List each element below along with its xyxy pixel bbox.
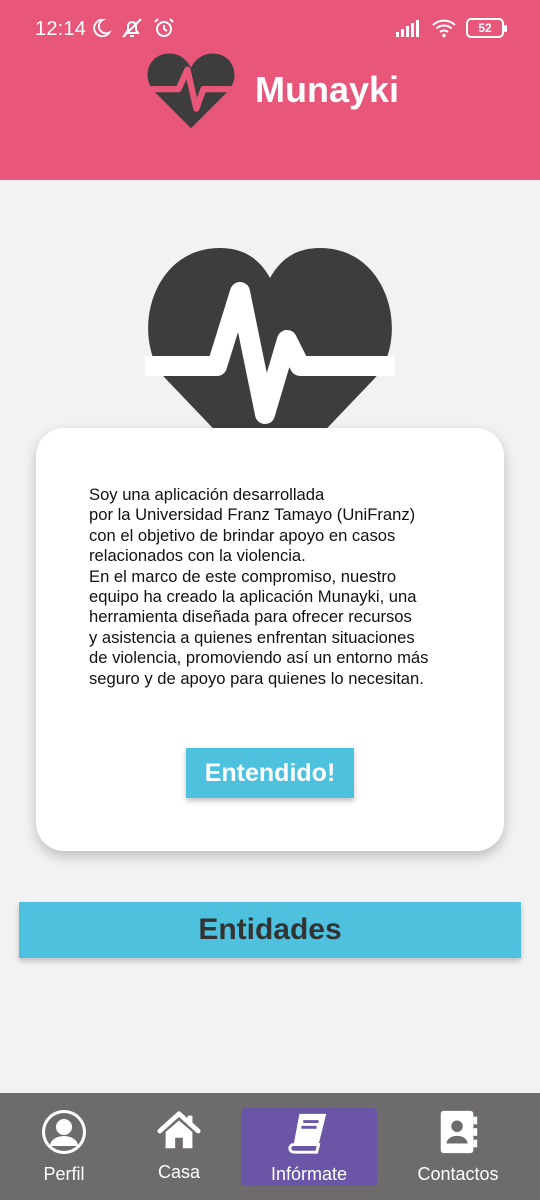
nav-item-inform[interactable]: Infórmate: [241, 1108, 377, 1186]
nav-item-home[interactable]: Casa: [140, 1108, 218, 1186]
nav-item-profile[interactable]: Perfil: [22, 1108, 106, 1186]
info-dialog: Soy una aplicación desarrollada por la U…: [36, 428, 504, 851]
info-text: Soy una aplicación desarrollada por la U…: [89, 485, 429, 688]
contacts-icon: [440, 1110, 478, 1154]
signal-icon: [396, 20, 419, 37]
nav-label: Perfil: [43, 1164, 85, 1184]
app-title: Munayki: [255, 69, 400, 110]
nav-label: Casa: [157, 1162, 201, 1182]
nav-item-contacts[interactable]: Contactos: [410, 1108, 506, 1186]
bell-off-icon: [122, 18, 142, 38]
battery-indicator: 52: [466, 18, 507, 38]
brand: Munayki: [145, 50, 399, 130]
wifi-icon: [432, 19, 456, 38]
bottom-navigation: Perfil Casa Infórmate Contactos: [0, 1093, 540, 1200]
nav-label: Infórmate: [270, 1164, 348, 1184]
user-icon: [42, 1110, 86, 1154]
book-icon: [288, 1113, 327, 1154]
home-icon: [157, 1111, 201, 1149]
heart-pulse-logo-icon: [147, 53, 235, 129]
entities-button[interactable]: Entidades: [19, 902, 521, 958]
alarm-icon: [154, 18, 174, 37]
moon-icon: [93, 18, 112, 38]
understood-button[interactable]: Entendido!: [186, 748, 354, 798]
app-header: 12:14 52 Munayki: [0, 0, 540, 180]
nav-label: Contactos: [417, 1164, 499, 1184]
status-time: 12:14: [35, 18, 87, 40]
